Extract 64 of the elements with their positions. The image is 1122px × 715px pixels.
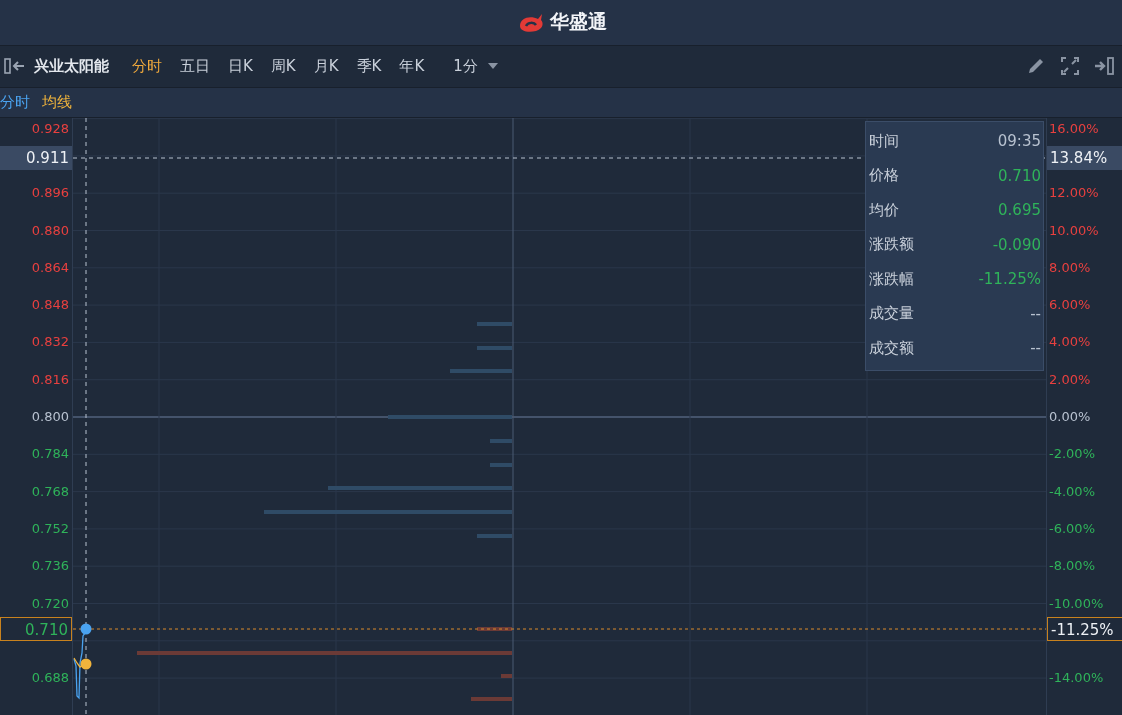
percent-tick-label: 2.00%	[1049, 370, 1091, 389]
period-tab[interactable]: 分时	[123, 56, 171, 76]
tooltip-value: 09:35	[997, 132, 1041, 151]
price-dot	[80, 623, 92, 635]
price-tick-label: 0.896	[31, 184, 69, 203]
price-tick-label: 0.816	[31, 370, 69, 389]
cursor-percent-label: 13.84%	[1047, 146, 1122, 170]
collapse-panel-icon[interactable]	[4, 57, 26, 76]
tooltip-value: --	[1030, 339, 1041, 358]
fullscreen-icon[interactable]	[1060, 56, 1080, 77]
last-percent-label: -11.25%	[1047, 617, 1122, 641]
legend-label: 分时	[0, 93, 30, 113]
tooltip-label: 涨跌额	[869, 235, 914, 255]
percent-tick-label: 10.00%	[1049, 221, 1099, 240]
tooltip-value: -11.25%	[978, 270, 1041, 289]
percent-tick-label: -2.00%	[1049, 445, 1095, 464]
logo-text: 华盛通	[549, 9, 607, 35]
tooltip-label: 涨跌幅	[869, 269, 914, 289]
period-tab[interactable]: 月K	[304, 56, 348, 76]
legend-label: 均线	[42, 93, 72, 113]
percent-tick-label: -6.00%	[1049, 519, 1095, 538]
price-tick-label: 0.720	[31, 594, 69, 613]
caret-icon	[487, 63, 498, 70]
price-tick-label: 0.800	[31, 408, 69, 426]
tooltip-value: --	[1030, 304, 1041, 323]
price-tick-label: 0.784	[31, 445, 69, 464]
percent-tick-label: -8.00%	[1049, 557, 1095, 576]
tooltip-value: 0.710	[998, 166, 1041, 185]
percent-tick-label: 0.00%	[1049, 408, 1091, 426]
period-tab[interactable]: 五日	[171, 56, 219, 76]
period-tab[interactable]: 日K	[219, 56, 262, 76]
tooltip-label: 价格	[869, 166, 899, 186]
average-dot	[80, 658, 92, 670]
price-tick-label: 0.848	[31, 296, 69, 315]
price-tick-label: 0.768	[31, 482, 69, 501]
price-tick-label: 0.928	[31, 120, 69, 138]
tooltip-label: 均价	[869, 200, 899, 220]
percent-tick-label: -10.00%	[1049, 594, 1104, 613]
tooltip-label: 成交额	[869, 338, 914, 358]
cursor-price-label: 0.911	[0, 146, 72, 170]
price-tick-label: 0.832	[31, 333, 69, 352]
percent-tick-label: -4.00%	[1049, 482, 1095, 501]
percent-tick-label: -14.00%	[1049, 669, 1104, 688]
tooltip-value: 0.695	[998, 201, 1041, 220]
price-tick-label: 0.688	[31, 669, 69, 688]
price-tick-label: 0.736	[31, 557, 69, 576]
exit-panel-icon[interactable]	[1094, 56, 1116, 77]
percent-tick-label: 8.00%	[1049, 258, 1091, 277]
percent-tick-label: 4.00%	[1049, 333, 1091, 352]
price-tick-label: 0.864	[31, 258, 69, 277]
percent-tick-label: 12.00%	[1049, 184, 1099, 203]
period-tab[interactable]: 周K	[261, 56, 305, 76]
percent-tick-label: 16.00%	[1049, 120, 1099, 138]
price-tick-label: 0.752	[31, 519, 69, 538]
tooltip-value: -0.090	[992, 235, 1041, 254]
tooltip-label: 时间	[869, 131, 899, 151]
percent-tick-label: 6.00%	[1049, 296, 1091, 315]
period-tab[interactable]: 季K	[347, 56, 391, 76]
period-tab[interactable]: 年K	[390, 56, 434, 76]
interval-dropdown[interactable]: 1分	[449, 56, 502, 76]
stock-name: 兴业太阳能	[34, 56, 109, 76]
tooltip-label: 成交量	[869, 304, 914, 324]
last-price-label: 0.710	[0, 617, 72, 641]
price-tick-label: 0.880	[31, 221, 69, 240]
